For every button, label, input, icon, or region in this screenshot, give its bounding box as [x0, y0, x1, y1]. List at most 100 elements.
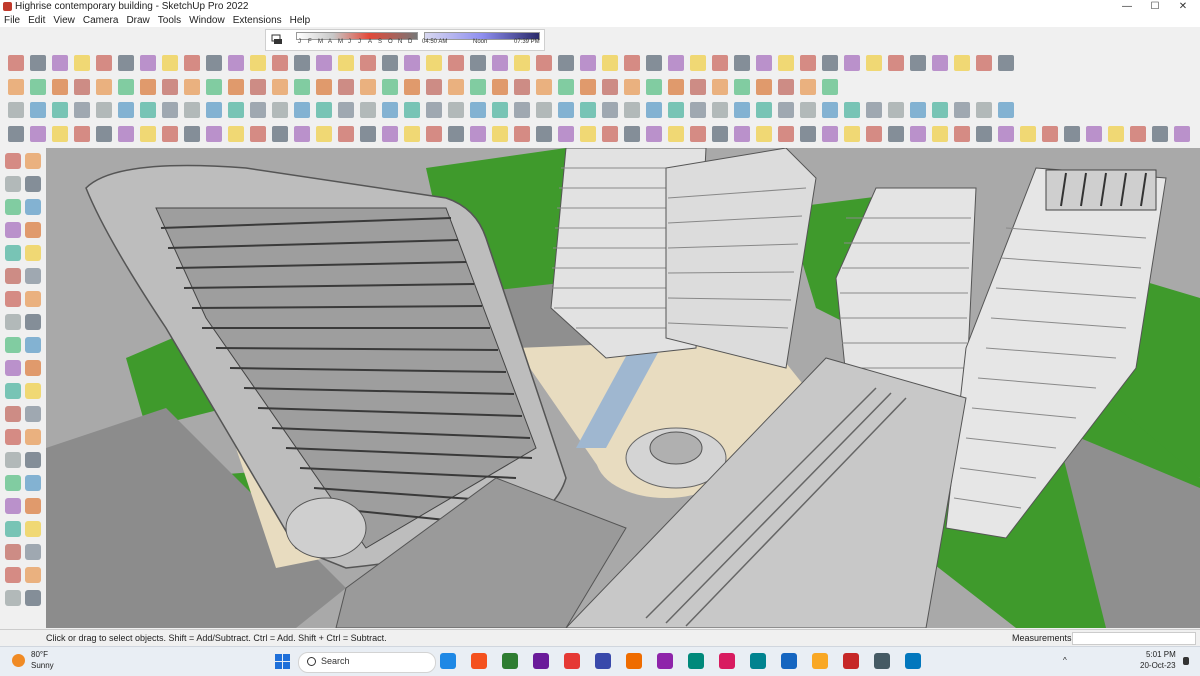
taskbar-app-icon[interactable] — [905, 653, 921, 669]
toolbar-tool-icon[interactable] — [624, 102, 640, 118]
toolbar-tool-icon[interactable] — [382, 79, 398, 95]
toolbar-tool-icon[interactable] — [536, 126, 552, 142]
toolbar-tool-icon[interactable] — [74, 126, 90, 142]
left-tool-icon[interactable] — [25, 498, 41, 514]
toolbar-tool-icon[interactable] — [580, 79, 596, 95]
left-tool-icon[interactable] — [25, 268, 41, 284]
toolbar-tool-icon[interactable] — [800, 126, 816, 142]
toolbar-tool-icon[interactable] — [426, 126, 442, 142]
model-viewport[interactable] — [46, 148, 1200, 628]
toolbar-tool-icon[interactable] — [580, 55, 596, 71]
toolbar-tool-icon[interactable] — [140, 55, 156, 71]
toolbar-tool-icon[interactable] — [844, 126, 860, 142]
toolbar-tool-icon[interactable] — [162, 102, 178, 118]
toolbar-tool-icon[interactable] — [360, 79, 376, 95]
toolbar-tool-icon[interactable] — [646, 102, 662, 118]
left-tool-icon[interactable] — [5, 199, 21, 215]
toolbar-tool-icon[interactable] — [470, 126, 486, 142]
toolbar-tool-icon[interactable] — [448, 55, 464, 71]
toolbar-tool-icon[interactable] — [492, 126, 508, 142]
toolbar-tool-icon[interactable] — [866, 55, 882, 71]
toolbar-tool-icon[interactable] — [74, 102, 90, 118]
toolbar-tool-icon[interactable] — [272, 102, 288, 118]
left-tool-icon[interactable] — [5, 153, 21, 169]
toolbar-tool-icon[interactable] — [558, 79, 574, 95]
toolbar-tool-icon[interactable] — [932, 126, 948, 142]
taskbar-app-icon[interactable] — [595, 653, 611, 669]
toolbar-tool-icon[interactable] — [778, 126, 794, 142]
toolbar-tool-icon[interactable] — [1108, 126, 1124, 142]
toolbar-tool-icon[interactable] — [294, 102, 310, 118]
taskbar-app-icon[interactable] — [502, 653, 518, 669]
toolbar-tool-icon[interactable] — [272, 79, 288, 95]
windows-start-icon[interactable] — [275, 654, 290, 669]
left-tool-icon[interactable] — [5, 590, 21, 606]
toolbar-tool-icon[interactable] — [360, 102, 376, 118]
toolbar-tool-icon[interactable] — [404, 79, 420, 95]
toolbar-tool-icon[interactable] — [932, 55, 948, 71]
left-tool-icon[interactable] — [5, 245, 21, 261]
taskbar-app-icon[interactable] — [874, 653, 890, 669]
toolbar-tool-icon[interactable] — [448, 79, 464, 95]
toolbar-tool-icon[interactable] — [404, 55, 420, 71]
toolbar-tool-icon[interactable] — [206, 126, 222, 142]
menu-window[interactable]: Window — [185, 14, 229, 27]
toolbar-tool-icon[interactable] — [448, 102, 464, 118]
toolbar-tool-icon[interactable] — [954, 55, 970, 71]
shadow-toggle-icon[interactable] — [271, 34, 283, 45]
toolbar-tool-icon[interactable] — [228, 79, 244, 95]
sun-icon[interactable] — [12, 654, 25, 667]
left-tool-icon[interactable] — [5, 475, 21, 491]
toolbar-tool-icon[interactable] — [1086, 126, 1102, 142]
left-tool-icon[interactable] — [25, 567, 41, 583]
toolbar-tool-icon[interactable] — [514, 126, 530, 142]
toolbar-tool-icon[interactable] — [602, 79, 618, 95]
toolbar-tool-icon[interactable] — [96, 55, 112, 71]
toolbar-tool-icon[interactable] — [778, 102, 794, 118]
toolbar-tool-icon[interactable] — [844, 55, 860, 71]
toolbar-tool-icon[interactable] — [52, 102, 68, 118]
toolbar-tool-icon[interactable] — [162, 55, 178, 71]
toolbar-tool-icon[interactable] — [96, 126, 112, 142]
toolbar-tool-icon[interactable] — [52, 55, 68, 71]
toolbar-tool-icon[interactable] — [1020, 126, 1036, 142]
toolbar-tool-icon[interactable] — [712, 126, 728, 142]
taskbar-app-icon[interactable] — [719, 653, 735, 669]
toolbar-tool-icon[interactable] — [800, 102, 816, 118]
toolbar-tool-icon[interactable] — [96, 79, 112, 95]
toolbar-tool-icon[interactable] — [624, 55, 640, 71]
toolbar-tool-icon[interactable] — [514, 102, 530, 118]
taskbar-app-icon[interactable] — [440, 653, 456, 669]
toolbar-tool-icon[interactable] — [184, 55, 200, 71]
toolbar-tool-icon[interactable] — [602, 55, 618, 71]
toolbar-tool-icon[interactable] — [140, 126, 156, 142]
toolbar-tool-icon[interactable] — [756, 55, 772, 71]
toolbar-tool-icon[interactable] — [74, 79, 90, 95]
left-tool-icon[interactable] — [25, 245, 41, 261]
menu-extensions[interactable]: Extensions — [229, 14, 286, 27]
left-tool-icon[interactable] — [5, 429, 21, 445]
toolbar-tool-icon[interactable] — [712, 102, 728, 118]
toolbar-tool-icon[interactable] — [624, 79, 640, 95]
clock-date[interactable]: 20-Oct-23 — [1140, 661, 1176, 670]
taskbar-app-icon[interactable] — [657, 653, 673, 669]
taskbar-app-icon[interactable] — [564, 653, 580, 669]
toolbar-tool-icon[interactable] — [998, 102, 1014, 118]
toolbar-tool-icon[interactable] — [74, 55, 90, 71]
toolbar-tool-icon[interactable] — [558, 55, 574, 71]
toolbar-tool-icon[interactable] — [624, 126, 640, 142]
toolbar-tool-icon[interactable] — [558, 102, 574, 118]
toolbar-tool-icon[interactable] — [250, 55, 266, 71]
left-tool-icon[interactable] — [25, 475, 41, 491]
toolbar-tool-icon[interactable] — [382, 55, 398, 71]
left-tool-icon[interactable] — [25, 521, 41, 537]
toolbar-tool-icon[interactable] — [360, 55, 376, 71]
toolbar-tool-icon[interactable] — [272, 55, 288, 71]
toolbar-tool-icon[interactable] — [580, 126, 596, 142]
toolbar-tool-icon[interactable] — [52, 126, 68, 142]
menu-tools[interactable]: Tools — [154, 14, 185, 27]
toolbar-tool-icon[interactable] — [184, 126, 200, 142]
toolbar-tool-icon[interactable] — [8, 79, 24, 95]
left-tool-icon[interactable] — [5, 291, 21, 307]
toolbar-tool-icon[interactable] — [756, 126, 772, 142]
